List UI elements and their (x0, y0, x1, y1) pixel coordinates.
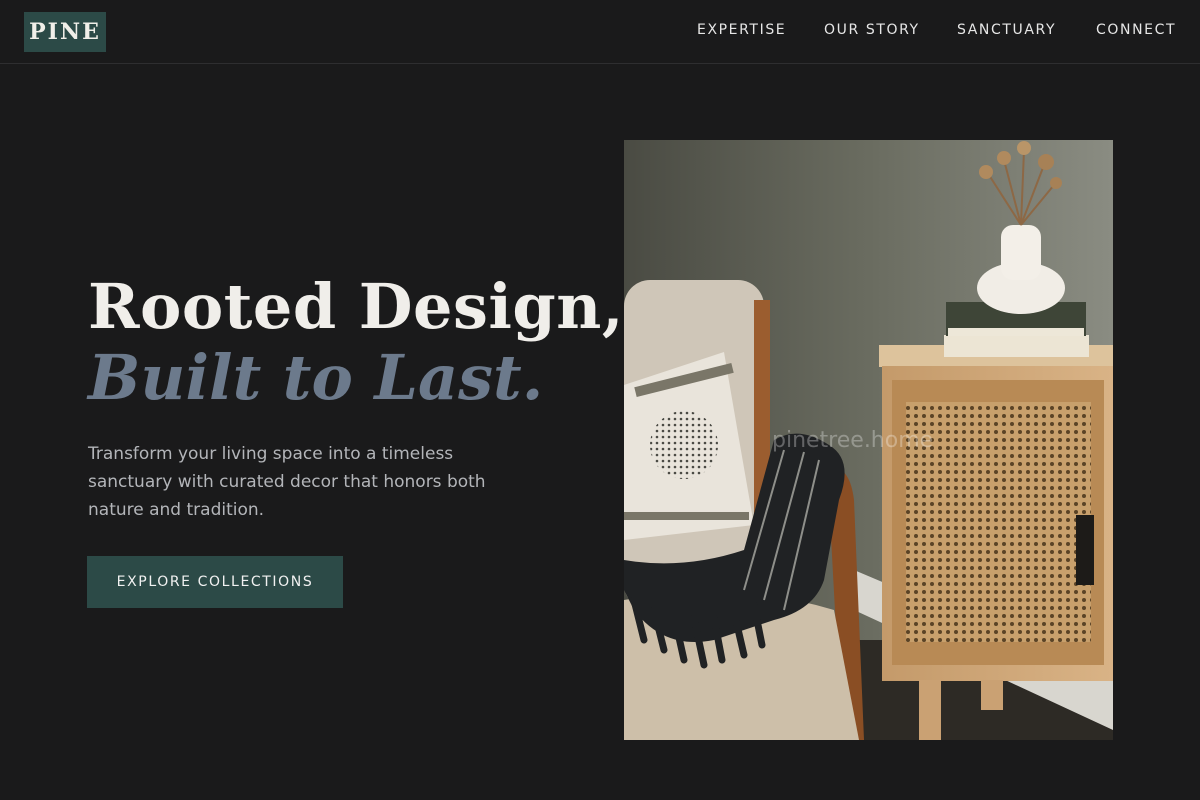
nav-link-sanctuary[interactable]: SANCTUARY (957, 22, 1056, 38)
hero-description: Transform your living space into a timel… (88, 444, 486, 520)
nav-link-expertise[interactable]: EXPERTISE (697, 22, 786, 38)
nav-link-connect[interactable]: CONNECT (1096, 22, 1176, 38)
hero-title-line2: Built to Last. (88, 341, 544, 414)
hero-image: pinetree.home (624, 140, 1113, 740)
explore-collections-button[interactable]: EXPLORE COLLECTIONS (87, 556, 343, 608)
logo[interactable]: PINE (24, 12, 106, 52)
nav-link-our-story[interactable]: OUR STORY (824, 22, 920, 38)
image-watermark: pinetree.home (772, 428, 934, 453)
top-navbar: PINE EXPERTISE OUR STORY SANCTUARY CONNE… (0, 0, 1200, 64)
hero-title-line1: Rooted Design, (88, 270, 624, 343)
